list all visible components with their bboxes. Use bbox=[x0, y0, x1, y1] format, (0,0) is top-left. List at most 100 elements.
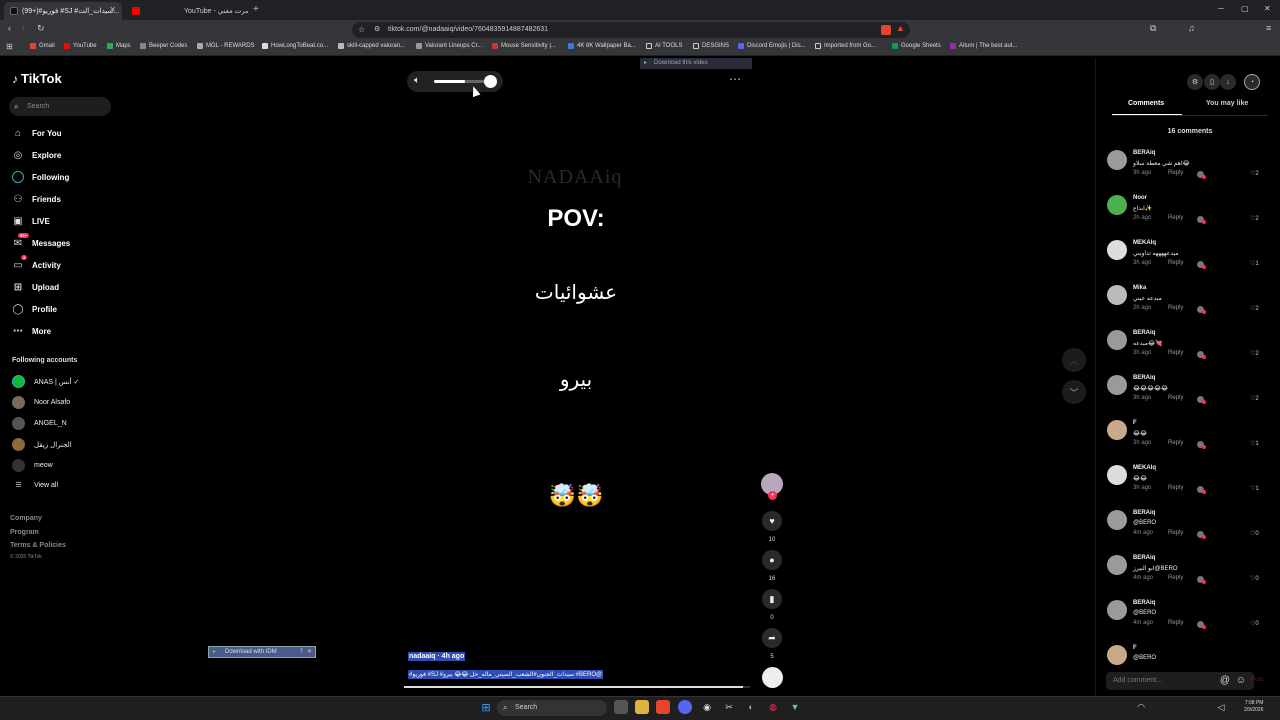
commenter-name[interactable]: F bbox=[1133, 645, 1137, 651]
close-tab-icon[interactable]: ✕ bbox=[109, 5, 116, 14]
download-video-button[interactable]: ▸ Download this video bbox=[640, 58, 752, 69]
commenter-name[interactable]: BERAiq bbox=[1133, 150, 1155, 156]
download-with-idm-button[interactable]: ▸ Download with IDM ? ✕ bbox=[208, 646, 316, 658]
commenter-name[interactable]: Mika bbox=[1133, 285, 1146, 291]
bookmark-lineups[interactable]: Valorant Lineups Cr... bbox=[416, 43, 482, 49]
reload-icon[interactable]: ↻ bbox=[37, 23, 45, 34]
volume-icon[interactable]: ◁ bbox=[1214, 700, 1228, 714]
reply-button[interactable]: Reply bbox=[1168, 530, 1183, 536]
commenter-avatar[interactable] bbox=[1107, 285, 1127, 305]
bookmark-wallpaper[interactable]: 4K 8K Wallpaper Ba... bbox=[568, 43, 636, 49]
previous-video-button[interactable]: ︿ bbox=[1062, 348, 1086, 372]
like-button[interactable]: ♥ bbox=[762, 511, 782, 531]
bookmark-star-icon[interactable]: ☆ bbox=[358, 22, 365, 38]
comment-like-count[interactable]: ♡1 bbox=[1250, 440, 1259, 447]
bookmark-hltb[interactable]: HowLongToBeat.co... bbox=[262, 43, 328, 49]
nav-following[interactable]: Following bbox=[12, 171, 69, 183]
commenter-avatar[interactable] bbox=[1107, 510, 1127, 530]
post-button[interactable]: Post bbox=[1251, 677, 1263, 683]
add-comment-input[interactable]: Add comment... @ ☺ bbox=[1106, 672, 1254, 690]
nav-upload[interactable]: ⊞ Upload bbox=[12, 281, 59, 293]
commenter-avatar[interactable] bbox=[1107, 240, 1127, 260]
tiktok-logo[interactable]: ♪ TikTok bbox=[12, 71, 62, 86]
forward-icon[interactable]: › bbox=[22, 23, 25, 33]
comment-like-count[interactable]: ♡2 bbox=[1250, 305, 1259, 312]
volume-control[interactable]: 🔈︎ bbox=[407, 71, 503, 92]
commenter-name[interactable]: Noor bbox=[1133, 195, 1147, 201]
tab-you-may-like[interactable]: You may like bbox=[1206, 100, 1248, 107]
browser-tab-active[interactable]: (99+)#فوريو #SJ #سيدات_الت... ✕ bbox=[4, 2, 122, 20]
comment-like-count[interactable]: ♡2 bbox=[1250, 215, 1259, 222]
commenter-avatar[interactable] bbox=[1107, 375, 1127, 395]
next-video-button[interactable]: ﹀ bbox=[1062, 380, 1086, 404]
video-progress-bar[interactable] bbox=[404, 686, 750, 688]
nav-profile[interactable]: ◯ Profile bbox=[12, 303, 57, 315]
volume-knob[interactable] bbox=[484, 75, 497, 88]
bookmark-designs[interactable]: DESGINS bbox=[693, 43, 729, 49]
commenter-avatar[interactable] bbox=[1107, 600, 1127, 620]
help-icon[interactable]: ? bbox=[300, 647, 303, 657]
commenter-avatar[interactable] bbox=[1107, 195, 1127, 215]
maximize-icon[interactable]: ▢ bbox=[1241, 4, 1249, 13]
comment-like-count[interactable]: ♡1 bbox=[1250, 260, 1259, 267]
file-explorer-icon[interactable] bbox=[635, 700, 649, 714]
nav-for-you[interactable]: ⌂ For You bbox=[12, 127, 62, 139]
mention-icon[interactable]: @ bbox=[1220, 672, 1230, 690]
search-input[interactable]: ⌕ Search bbox=[9, 97, 111, 116]
bookmark-skillcapped[interactable]: skill-capped valoran... bbox=[338, 43, 405, 49]
reply-button[interactable]: Reply bbox=[1168, 620, 1183, 626]
taskbar-search[interactable]: ⌕ Search bbox=[497, 700, 607, 716]
footer-program[interactable]: Program bbox=[10, 529, 39, 536]
following-account[interactable]: الجنرال زيقل bbox=[12, 438, 72, 451]
browser-tab-youtube[interactable]: YouTube - صرت مغني bbox=[126, 2, 248, 20]
windows-start-icon[interactable]: ⊞ bbox=[479, 700, 493, 714]
steam-icon[interactable]: ◐ bbox=[744, 700, 758, 714]
obs-icon[interactable]: ◉ bbox=[700, 700, 714, 714]
following-account[interactable]: meow bbox=[12, 459, 53, 472]
nav-more[interactable]: ⋯ More bbox=[12, 325, 51, 337]
commenter-name[interactable]: MEKAIq bbox=[1133, 465, 1156, 471]
reply-button[interactable]: Reply bbox=[1168, 440, 1183, 446]
bookmark-aitum[interactable]: Aitum | The best aut... bbox=[950, 43, 1017, 49]
device-icon[interactable]: ▯ bbox=[1204, 74, 1220, 90]
wifi-icon[interactable]: ◠ bbox=[1134, 700, 1148, 714]
task-view-icon[interactable] bbox=[614, 700, 628, 714]
download-icon[interactable]: ↓ bbox=[1220, 74, 1236, 90]
video-author[interactable]: nadaaiq · 4h ago bbox=[408, 652, 466, 661]
brave-rewards-icon[interactable]: ▲ bbox=[896, 23, 905, 33]
comment-button[interactable]: ● bbox=[762, 550, 782, 570]
tab-comments[interactable]: Comments bbox=[1128, 100, 1164, 107]
speaker-icon[interactable]: 🔈︎ bbox=[414, 75, 420, 86]
commenter-avatar[interactable] bbox=[1107, 150, 1127, 170]
nav-live[interactable]: ▣ LIVE bbox=[12, 215, 50, 227]
bookmark-maps[interactable]: Maps bbox=[107, 43, 131, 49]
footer-company[interactable]: Company bbox=[10, 515, 42, 522]
commenter-avatar[interactable] bbox=[1107, 420, 1127, 440]
minimize-icon[interactable]: ─ bbox=[1218, 4, 1224, 13]
profile-avatar[interactable]: ◔ bbox=[1244, 74, 1260, 90]
bookmark-youtube[interactable]: YouTube bbox=[64, 43, 97, 49]
nav-explore[interactable]: ◎ Explore bbox=[12, 149, 62, 161]
extensions-icon[interactable]: ⧉ bbox=[1150, 23, 1156, 34]
bookmark-sheets[interactable]: Google Sheets bbox=[892, 43, 941, 49]
bookmark-imported[interactable]: Imported from Go... bbox=[815, 43, 876, 49]
settings-icon[interactable]: ⚙ bbox=[1187, 74, 1203, 90]
nav-friends[interactable]: ⚇ Friends bbox=[12, 193, 61, 205]
music-disc[interactable] bbox=[762, 667, 783, 688]
share-button[interactable]: ➦ bbox=[762, 628, 782, 648]
view-all-link[interactable]: ☰ View all bbox=[12, 481, 58, 490]
reply-button[interactable]: Reply bbox=[1168, 395, 1183, 401]
more-options-icon[interactable]: ⋯ bbox=[729, 72, 741, 86]
taskbar-clock[interactable]: 7:08 PM 2/9/2026 bbox=[1244, 700, 1263, 714]
riot-icon[interactable]: ◍ bbox=[766, 700, 780, 714]
reply-button[interactable]: Reply bbox=[1168, 485, 1183, 491]
bookmark-gmail[interactable]: Gmail bbox=[30, 43, 55, 49]
brave-shield-icon[interactable] bbox=[881, 25, 891, 35]
commenter-name[interactable]: MEKAIq bbox=[1133, 240, 1156, 246]
bookmark-mouse[interactable]: Mouse Sensitivity |... bbox=[492, 43, 556, 49]
brave-browser-icon[interactable] bbox=[656, 700, 670, 714]
comment-like-count[interactable]: ♡0 bbox=[1250, 530, 1259, 537]
commenter-name[interactable]: BERAiq bbox=[1133, 375, 1155, 381]
back-icon[interactable]: ‹ bbox=[8, 23, 11, 33]
commenter-name[interactable]: BERAiq bbox=[1133, 330, 1155, 336]
